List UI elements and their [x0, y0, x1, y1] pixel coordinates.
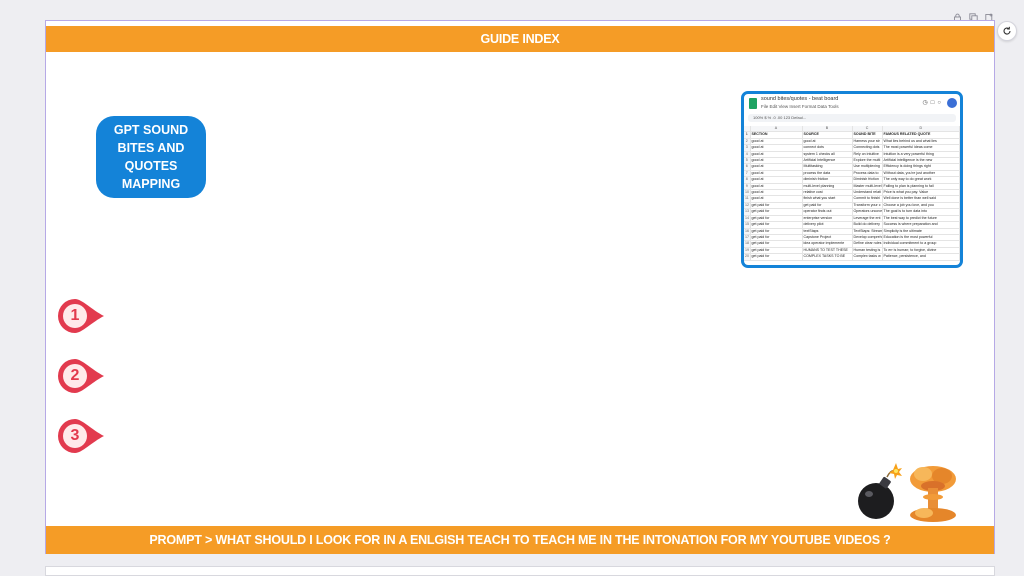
- header-banner: GUIDE INDEX: [46, 26, 994, 52]
- spreadsheet-header: sound bites/quotes - beat board File Edi…: [744, 94, 960, 114]
- refresh-icon: [1003, 26, 1011, 35]
- table-cell: TextStaps: Stream: [852, 228, 883, 235]
- table-cell: Rely on intuitive: [852, 151, 883, 159]
- table-cell: Harness your str: [852, 138, 883, 146]
- spreadsheet-table: ABCD 1 SECTION SOURCE SOUND BITE FAMOUS RELA…: [744, 126, 960, 261]
- table-cell: Patience, persistence, and: [882, 253, 960, 261]
- refresh-button[interactable]: [997, 21, 1017, 41]
- spreadsheet-menu: File Edit View Insert Format Data Tools: [761, 104, 839, 109]
- lock-icon[interactable]: [953, 9, 962, 22]
- add-page-icon[interactable]: [985, 9, 994, 22]
- explosion-icon: [908, 464, 958, 529]
- table-cell: Leverage the ent: [852, 215, 883, 223]
- table-cell: Transform your c: [852, 202, 883, 210]
- table-cell: Explore the multi: [852, 157, 883, 165]
- table-cell: Define clear rules: [852, 240, 883, 248]
- table-cell: Connecting dots: [852, 144, 883, 152]
- table-cell: Operators uncove: [852, 208, 883, 216]
- prompt-text: PROMPT > WHAT SHOULD I LOOK FOR IN A ENL…: [149, 533, 891, 547]
- table-cell: Commit to finishi: [852, 195, 883, 203]
- marker-1: 1: [56, 297, 106, 337]
- table-cell: Human testing is: [852, 247, 883, 255]
- table-cell: Use multiplexing: [852, 163, 883, 171]
- tag-text: GPT SOUND BITES AND QUOTES MAPPING: [113, 123, 189, 191]
- bomb-icon: [856, 463, 902, 526]
- table-cell: Master multi-level: [852, 183, 883, 191]
- table-cell: Develop comprehe: [852, 234, 883, 242]
- spreadsheet-screenshot[interactable]: sound bites/quotes - beat board File Edi…: [741, 91, 963, 268]
- table-cell: Understand relati: [852, 189, 883, 197]
- page-actions: [953, 9, 994, 22]
- table-cell: Complex tasks w: [852, 253, 883, 261]
- sheets-icon: [749, 98, 757, 109]
- marker-2: 2: [56, 357, 106, 397]
- spreadsheet-filename: sound bites/quotes - beat board: [761, 96, 839, 102]
- table-cell: COMPLEX TASKS TO BE: [802, 253, 853, 261]
- avatar: [947, 98, 957, 108]
- table-cell: Process data to: [852, 170, 883, 178]
- marker-number: 1: [70, 307, 80, 324]
- history-icon: ◷□○: [922, 100, 944, 106]
- tag-label: GPT SOUND BITES AND QUOTES MAPPING: [96, 116, 206, 198]
- prompt-banner: PROMPT > WHAT SHOULD I LOOK FOR IN A ENL…: [46, 526, 994, 554]
- table-cell: get paid for: [750, 253, 803, 261]
- table-cell: Build do delivery: [852, 221, 883, 229]
- spreadsheet-toolbar: 100% $ % .0 .00 123 Defaul...: [748, 114, 956, 122]
- marker-number: 3: [70, 427, 80, 444]
- marker-number: 2: [70, 367, 80, 384]
- table-cell: HUMANS TO TEST THESE: [802, 247, 853, 255]
- table-cell: Diminish friction: [852, 176, 883, 184]
- slide-page: GUIDE INDEX GPT SOUND BITES AND QUOTES M…: [45, 20, 995, 554]
- next-page-edge[interactable]: [45, 566, 995, 576]
- marker-3: 3: [56, 417, 106, 457]
- duplicate-icon[interactable]: [969, 9, 978, 22]
- table-row: 20 get paid for COMPLEX TASKS TO BE Complex…: [744, 253, 960, 261]
- page-title: GUIDE INDEX: [480, 32, 560, 46]
